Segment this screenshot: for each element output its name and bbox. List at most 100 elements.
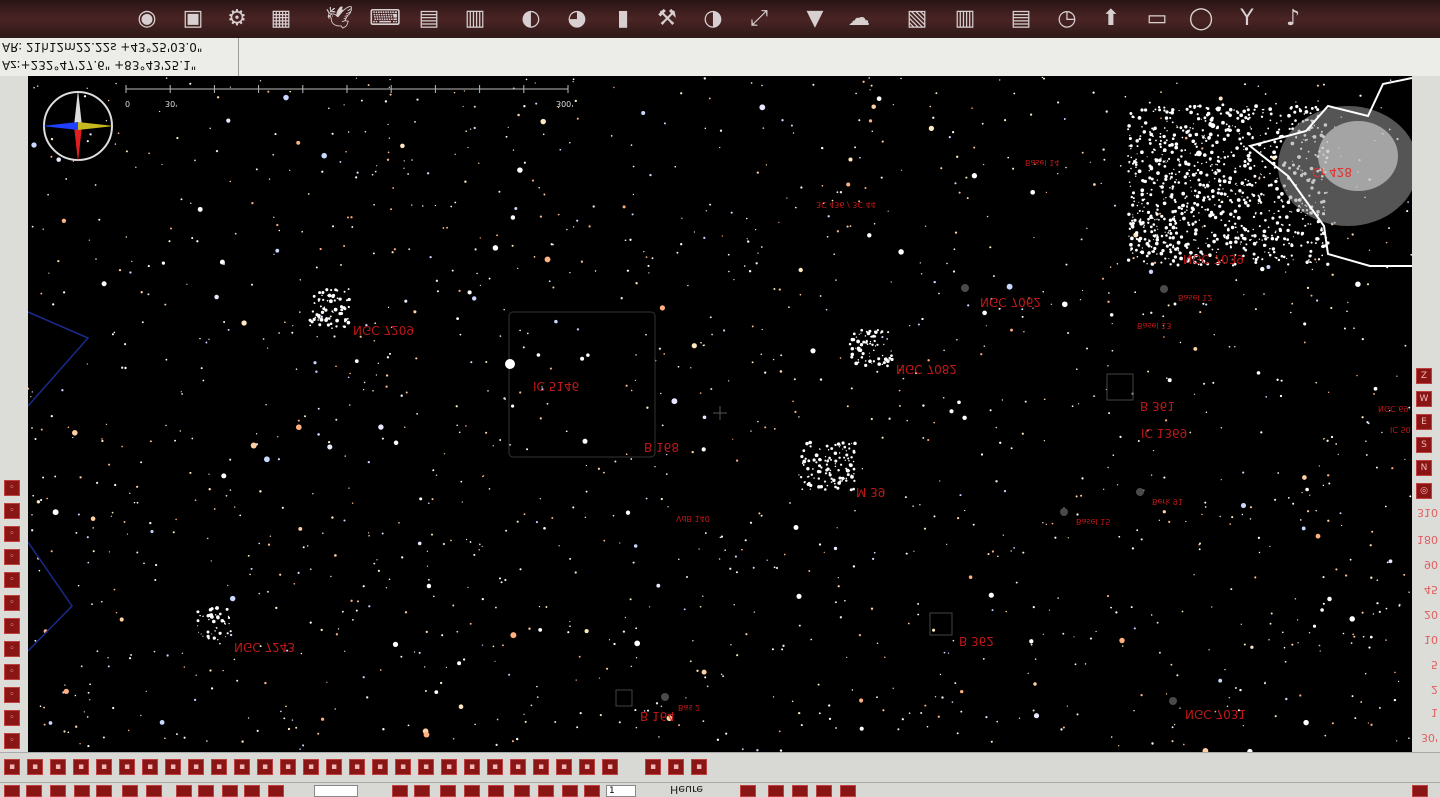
cluster-m39[interactable] (799, 440, 857, 492)
time-tool-button[interactable] (244, 785, 260, 797)
bottom-tool-button[interactable]: ▪ (372, 759, 388, 775)
photo-icon[interactable]: ▥ (458, 2, 492, 36)
bottom-tool-button[interactable]: ▪ (691, 759, 707, 775)
tools-icon[interactable]: ⚒ (650, 2, 684, 36)
time-tool-button[interactable] (122, 785, 138, 797)
time-tool-button[interactable] (840, 785, 856, 797)
value-input[interactable]: 1 (606, 785, 636, 797)
label-basel14[interactable]: Basel 14 (1025, 158, 1059, 167)
fov-30min[interactable]: 30' (1414, 731, 1438, 744)
label-b168[interactable]: B 168 (644, 440, 679, 454)
download-icon[interactable]: ▼ (798, 2, 832, 36)
south-button[interactable]: S (1416, 437, 1432, 453)
time-tool-button[interactable] (392, 785, 408, 797)
ubuntu-icon[interactable]: ◉ (130, 2, 164, 36)
time-tool-button[interactable] (268, 785, 284, 797)
fov-1[interactable]: 1 (1414, 706, 1438, 719)
files-icon[interactable]: ▤ (1004, 2, 1038, 36)
dark-nebula-b168[interactable] (508, 311, 656, 458)
bottom-tool-button[interactable]: ▪ (142, 759, 158, 775)
bottom-tool-button[interactable]: ▪ (395, 759, 411, 775)
galaxy-marker[interactable] (1060, 508, 1068, 516)
fov-310[interactable]: 310 (1414, 506, 1438, 519)
galaxy-marker[interactable] (661, 693, 669, 701)
galaxy-marker[interactable] (961, 284, 969, 292)
label-ngc7209[interactable]: NGC 7209 (353, 323, 414, 337)
time-tool-button[interactable] (1412, 785, 1428, 797)
bottom-tool-button[interactable]: ▪ (119, 759, 135, 775)
keyboard-icon[interactable]: ⌨ (368, 2, 402, 36)
step-input[interactable] (314, 785, 358, 797)
chart-icon[interactable]: ◑ (696, 2, 730, 36)
west-button[interactable]: W (1416, 391, 1432, 407)
target-icon[interactable]: ◎ (1416, 483, 1432, 499)
time-tool-button[interactable] (440, 785, 456, 797)
film-icon[interactable]: ▮ (606, 2, 640, 36)
bottom-tool-button[interactable]: ▪ (441, 759, 457, 775)
dark-nebula-b164[interactable] (615, 689, 633, 707)
constellation-icon[interactable]: ◦ (4, 549, 20, 565)
fov-10[interactable]: 10 (1414, 633, 1438, 646)
label-b164[interactable]: B 164 (640, 709, 675, 723)
label-ic5146[interactable]: IC 5146 (533, 379, 579, 393)
bottom-tool-button[interactable]: ▪ (418, 759, 434, 775)
label-basel12[interactable]: Basel 12 (1178, 293, 1212, 302)
bottom-tool-button[interactable]: ▪ (668, 759, 684, 775)
bottom-tool-button[interactable]: ▪ (556, 759, 572, 775)
bottom-tool-button[interactable]: ▪ (257, 759, 273, 775)
bottom-tool-button[interactable]: ▪ (464, 759, 480, 775)
time-tool-button[interactable] (584, 785, 600, 797)
time-tool-button[interactable] (464, 785, 480, 797)
label-ic1369[interactable]: IC 1369 (1141, 426, 1187, 440)
bottom-tool-button[interactable]: ▪ (645, 759, 661, 775)
bird-icon[interactable]: 🕊 (322, 2, 356, 36)
dark-nebula-b361[interactable] (1106, 373, 1134, 401)
time-tool-button[interactable] (146, 785, 162, 797)
scanner-icon[interactable]: ▧ (900, 2, 934, 36)
bottom-tool-button[interactable]: ▪ (211, 759, 227, 775)
moon-icon[interactable]: ◦ (4, 526, 20, 542)
workspace-switcher-icon[interactable]: ▦ (264, 2, 298, 36)
label-vdb140[interactable]: VdB 140 (676, 514, 710, 523)
time-tool-button[interactable] (414, 785, 430, 797)
time-tool-button[interactable] (4, 785, 20, 797)
time-tool-button[interactable] (198, 785, 214, 797)
bottom-tool-button[interactable]: ▪ (510, 759, 526, 775)
bottom-tool-button[interactable]: ▪ (326, 759, 342, 775)
zenith-button[interactable]: Z (1416, 368, 1432, 384)
settings-icon[interactable]: ⚙ (220, 2, 254, 36)
orbit-icon[interactable]: ◦ (4, 733, 20, 749)
time-tool-button[interactable] (222, 785, 238, 797)
label-b362[interactable]: B 362 (959, 634, 994, 648)
power-icon[interactable]: ◯ (1184, 2, 1218, 36)
time-tool-button[interactable] (176, 785, 192, 797)
galactic-icon[interactable]: ◦ (4, 664, 20, 680)
documents-icon[interactable]: ▤ (412, 2, 446, 36)
compass-rose-icon[interactable] (42, 90, 114, 162)
label-ngc7031[interactable]: NGC 7031 (1185, 707, 1246, 721)
time-tool-button[interactable] (562, 785, 578, 797)
label-ngc7039[interactable]: NGC 7039 (1183, 252, 1244, 266)
bottom-tool-button[interactable]: ▪ (96, 759, 112, 775)
ecliptic-icon[interactable]: ◦ (4, 641, 20, 657)
galaxy-marker[interactable] (1169, 697, 1177, 705)
firefox-icon[interactable]: ◕ (560, 2, 594, 36)
cluster-ngc7243[interactable] (196, 606, 232, 641)
bottom-tool-button[interactable]: ▪ (579, 759, 595, 775)
time-tool-button[interactable] (816, 785, 832, 797)
milkyway-icon[interactable]: ◦ (4, 687, 20, 703)
clouds-icon[interactable]: ☁ (842, 2, 876, 36)
bottom-tool-button[interactable]: ▪ (602, 759, 618, 775)
dark-nebula-b362[interactable] (929, 612, 953, 636)
label-basel13[interactable]: Basel 13 (1137, 321, 1171, 330)
screen-icon[interactable]: ▭ (1140, 2, 1174, 36)
label-basel15[interactable]: Basel 15 (1076, 517, 1110, 526)
bottom-tool-button[interactable]: ▪ (303, 759, 319, 775)
bottom-tool-button[interactable]: ▪ (4, 759, 20, 775)
bottom-tool-button[interactable]: ▪ (73, 759, 89, 775)
time-tool-button[interactable] (50, 785, 66, 797)
bottom-tool-button[interactable]: ▪ (50, 759, 66, 775)
user-icon[interactable]: Y (1230, 2, 1264, 36)
bottom-tool-button[interactable]: ▪ (349, 759, 365, 775)
bottom-tool-button[interactable]: ▪ (234, 759, 250, 775)
